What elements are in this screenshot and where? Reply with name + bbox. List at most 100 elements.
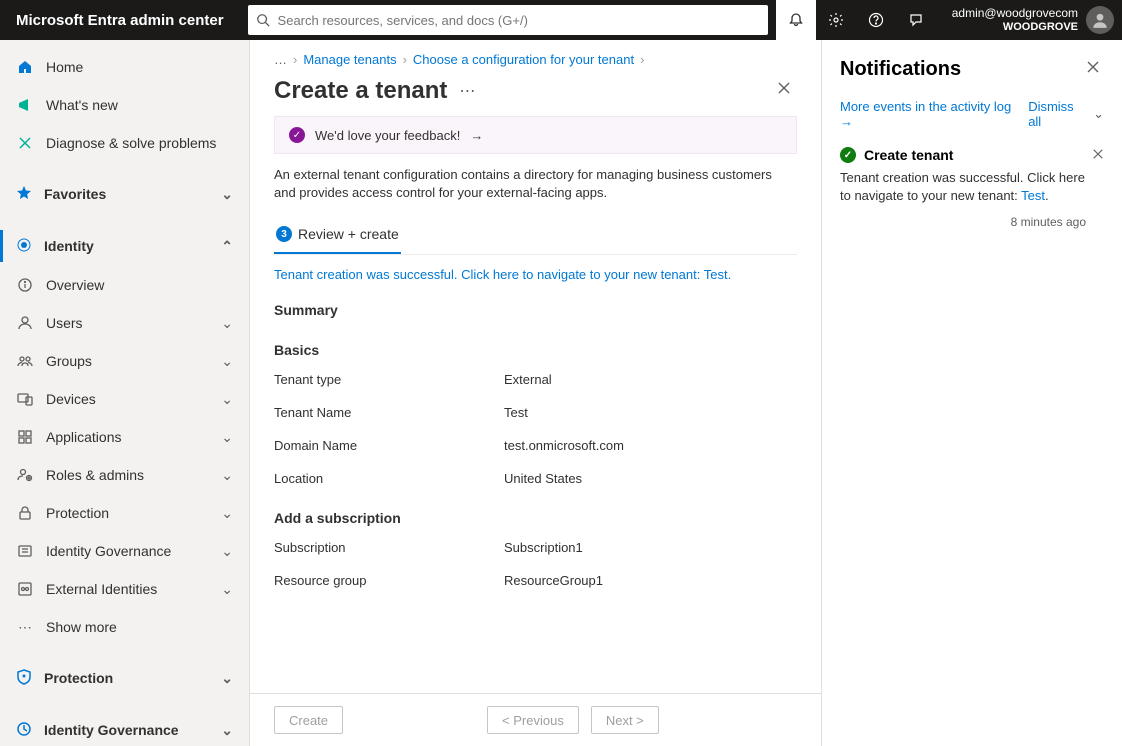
breadcrumb-choose-config[interactable]: Choose a configuration for your tenant [413,52,634,67]
chevron-down-icon: ⌄ [221,315,233,332]
nav-home[interactable]: Home [0,48,249,86]
nav-users[interactable]: Users ⌄ [0,304,249,342]
nav-external[interactable]: External Identities ⌄ [0,570,249,608]
close-blade-icon[interactable] [771,75,797,106]
row-domain-name: Domain Name test.onmicrosoft.com [274,438,797,453]
user-text: admin@woodgrovecom WOODGROVE [952,6,1078,34]
apps-icon [16,429,34,445]
previous-button[interactable]: < Previous [487,706,579,734]
search-input[interactable] [278,13,760,28]
nav-favorites-label: Favorites [44,186,106,202]
governance-section-icon [16,721,32,740]
tab-row: 3 Review + create [274,218,797,255]
roles-icon [16,467,34,483]
row-tenant-type: Tenant type External [274,372,797,387]
lock-icon [16,505,34,521]
governance-icon [16,543,34,559]
row-subscription: Subscription Subscription1 [274,540,797,555]
nav-devices[interactable]: Devices ⌄ [0,380,249,418]
feedback-text: We'd love your feedback! [315,128,460,143]
tab-review-create[interactable]: 3 Review + create [274,218,401,254]
next-button[interactable]: Next > [591,706,659,734]
nav-roles-label: Roles & admins [46,467,144,483]
nav-overview-label: Overview [46,277,104,293]
nav-governance[interactable]: Identity Governance ⌄ [0,710,249,746]
nav-applications[interactable]: Applications ⌄ [0,418,249,456]
content-area: … › Manage tenants › Choose a configurat… [250,40,822,746]
chevron-right-icon: › [403,52,407,67]
nav-groups[interactable]: Groups ⌄ [0,342,249,380]
nav-governance-sub[interactable]: Identity Governance ⌄ [0,532,249,570]
activity-log-link[interactable]: More events in the activity log → [840,99,1024,129]
nav-favorites[interactable]: Favorites ⌄ [0,174,249,214]
nav-protection[interactable]: Protection ⌄ [0,658,249,698]
success-message: Tenant creation was successful. Click he… [274,267,797,282]
identity-icon [16,237,32,256]
breadcrumb-more[interactable]: … [274,52,287,67]
tab-label: Review + create [298,226,399,242]
success-check-icon: ✓ [840,147,856,163]
nav-identity-label: Identity [44,238,94,254]
notification-body: Tenant creation was successful. Click he… [840,169,1086,205]
summary-heading: Summary [274,302,797,318]
value-tenant-type: External [504,372,552,387]
page-title-more-icon[interactable]: ⋯ [459,81,475,101]
top-icons [776,0,936,40]
nav-external-label: External Identities [46,581,157,597]
info-icon [16,277,34,293]
more-icon: ⋯ [16,619,34,636]
value-domain-name: test.onmicrosoft.com [504,438,624,453]
page-header: Create a tenant ⋯ [250,71,821,116]
value-tenant-name: Test [504,405,528,420]
feedback-badge-icon: ✓ [289,127,305,143]
settings-icon[interactable] [816,0,856,40]
nav-diagnose[interactable]: Diagnose & solve problems [0,124,249,162]
page-title: Create a tenant [274,77,447,105]
notification-body-suffix: . [1045,188,1049,203]
notifications-header: Notifications [840,56,1104,83]
feedback-banner[interactable]: ✓ We'd love your feedback! → [274,116,797,154]
arrow-right-icon: → [470,128,483,143]
chevron-down-icon: ⌄ [221,543,233,560]
value-subscription: Subscription1 [504,540,583,555]
chevron-down-icon[interactable]: ⌄ [1093,106,1104,122]
notifications-title: Notifications [840,58,961,81]
nav-overview[interactable]: Overview [0,266,249,304]
user-block[interactable]: admin@woodgrovecom WOODGROVE [936,6,1122,34]
home-icon [16,59,34,75]
nav-groups-label: Groups [46,353,92,369]
megaphone-icon [16,97,34,113]
nav-governance-sub-label: Identity Governance [46,543,171,559]
chevron-down-icon: ⌄ [221,722,233,739]
search-box[interactable] [248,5,768,35]
nav-protection-sub[interactable]: Protection ⌄ [0,494,249,532]
success-suffix: . [728,267,732,282]
close-notifications-icon[interactable] [1082,56,1104,83]
nav-show-more-label: Show more [46,619,117,635]
breadcrumb-manage-tenants[interactable]: Manage tenants [303,52,396,67]
notifications-links: More events in the activity log → Dismis… [840,99,1104,129]
chevron-right-icon: › [293,52,297,67]
avatar [1086,6,1114,34]
help-icon[interactable] [856,0,896,40]
notifications-icon[interactable] [776,0,816,40]
chevron-down-icon: ⌄ [221,391,233,408]
nav-whats-new[interactable]: What's new [0,86,249,124]
notification-item-head: ✓ Create tenant [840,147,1086,163]
people-icon [16,353,34,369]
dismiss-notification-icon[interactable] [1092,147,1104,165]
user-email: admin@woodgrovecom [952,6,1078,20]
sidebar: Home What's new Diagnose & solve problem… [0,40,250,746]
notification-tenant-link[interactable]: Test [1021,188,1045,203]
nav-applications-label: Applications [46,429,122,445]
nav-roles[interactable]: Roles & admins ⌄ [0,456,249,494]
dismiss-all-link[interactable]: Dismiss all [1028,99,1089,129]
nav-identity[interactable]: Identity ⌃ [0,226,249,266]
success-tenant-link[interactable]: Test [704,267,728,282]
nav-show-more[interactable]: ⋯ Show more [0,608,249,646]
create-button[interactable]: Create [274,706,343,734]
breadcrumbs: … › Manage tenants › Choose a configurat… [250,40,821,71]
row-resource-group: Resource group ResourceGroup1 [274,573,797,588]
feedback-icon[interactable] [896,0,936,40]
scroll-area[interactable]: ✓ We'd love your feedback! → An external… [250,116,821,693]
